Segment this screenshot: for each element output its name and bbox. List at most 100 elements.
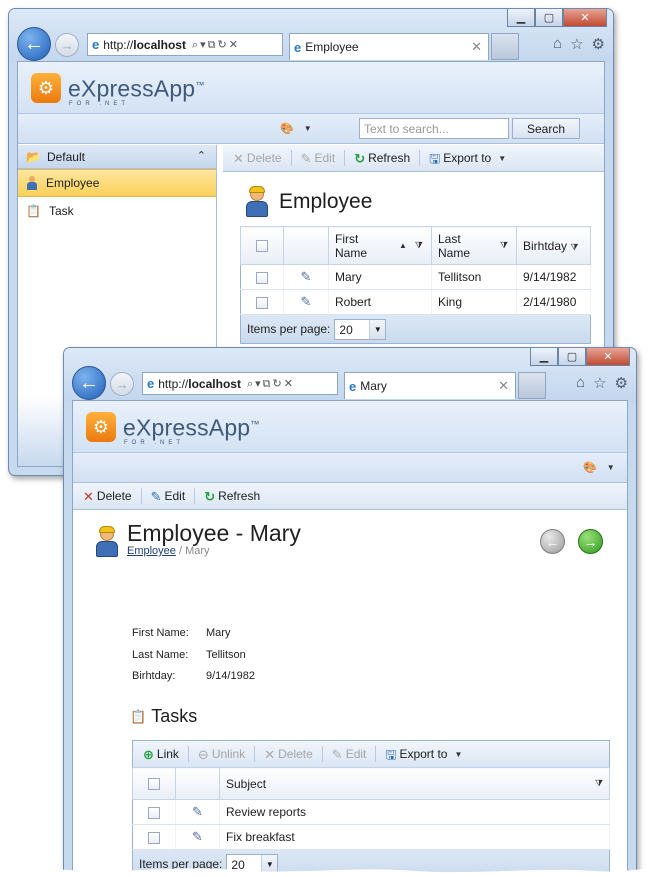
nav-item-task[interactable]: 📋 Task — [18, 197, 216, 225]
settings-gear-icon[interactable]: ⚙ — [592, 35, 605, 53]
browser-forward-button[interactable]: → — [110, 372, 134, 396]
row-checkbox[interactable] — [148, 831, 160, 844]
previous-record-button[interactable]: ← — [540, 529, 565, 554]
column-header-first-name[interactable]: First Name ▲ ⧩ — [328, 226, 432, 265]
unlink-button[interactable]: ⊖ Unlink — [195, 747, 248, 761]
row-edit-cell[interactable]: ✎ — [283, 264, 329, 290]
employee-grid: First Name ▲ ⧩ Last Name ⧩ Birhtday ⧩ ✎ … — [240, 226, 591, 344]
minimize-button[interactable]: ▁ — [530, 348, 558, 366]
table-row[interactable]: ✎ Mary Tellitson 9/14/1982 — [240, 264, 591, 290]
column-header-birthday[interactable]: Birhtday ⧩ — [516, 226, 591, 265]
chevron-down-icon: ▼ — [498, 153, 507, 163]
theme-toolbar: 🎨 ▼ — [73, 453, 627, 483]
row-checkbox[interactable] — [256, 271, 268, 284]
torn-page-edge — [55, 868, 650, 877]
favorites-star-icon[interactable]: ☆ — [570, 35, 583, 53]
export-icon: 🖫 — [429, 150, 441, 166]
new-tab-button[interactable] — [518, 372, 546, 399]
row-checkbox[interactable] — [148, 806, 160, 819]
toolbar-separator — [344, 150, 346, 166]
edit-button[interactable]: ✎ Edit — [298, 151, 339, 165]
browser-forward-button[interactable]: → — [55, 33, 79, 57]
row-checkbox[interactable] — [256, 296, 268, 309]
maximize-button[interactable]: ▢ — [558, 348, 586, 366]
select-all-checkbox-cell[interactable] — [240, 226, 284, 265]
toolbar-separator — [290, 150, 292, 166]
task-clipboard-icon: 📋 — [26, 204, 41, 218]
breadcrumb-link-employee[interactable]: Employee — [127, 545, 176, 557]
table-row[interactable]: ✎ Fix breakfast — [132, 824, 610, 850]
theme-chooser[interactable]: 🎨 ▼ — [583, 461, 615, 474]
close-window-button[interactable]: ✕ — [563, 9, 607, 27]
chevron-down-icon[interactable]: ▼ — [369, 319, 386, 339]
edit-pencil-icon[interactable]: ✎ — [192, 804, 203, 819]
select-all-checkbox[interactable] — [148, 778, 160, 791]
home-icon[interactable]: ⌂ — [576, 374, 585, 392]
tab-close-icon[interactable]: ✕ — [471, 39, 482, 55]
table-row[interactable]: ✎ Review reports — [132, 799, 610, 825]
edit-pencil-icon[interactable]: ✎ — [301, 294, 312, 309]
toolbar-separator — [194, 488, 196, 504]
field-label-first-name: First Name: — [132, 627, 189, 639]
nav-item-label: Employee — [46, 176, 100, 190]
row-edit-cell[interactable]: ✎ — [175, 799, 220, 825]
delete-button[interactable]: ✕ Delete — [230, 151, 285, 165]
browser-back-button[interactable]: ← — [72, 366, 106, 400]
maximize-button[interactable]: ▢ — [535, 9, 563, 27]
edit-pencil-icon[interactable]: ✎ — [192, 829, 203, 844]
close-window-button[interactable]: ✕ — [586, 348, 630, 366]
export-to-button[interactable]: 🖫 Export to ▼ — [382, 747, 465, 761]
cell-birthday: 9/14/1982 — [516, 264, 591, 290]
new-tab-button[interactable] — [491, 33, 519, 60]
address-bar[interactable]: e http://localhost ⌕▾⧉↻✕ — [142, 372, 338, 395]
filter-icon[interactable]: ⧩ — [415, 240, 423, 251]
page-size-select[interactable]: 20 ▼ — [334, 318, 387, 340]
home-icon[interactable]: ⌂ — [553, 35, 562, 53]
row-edit-cell[interactable]: ✎ — [175, 824, 220, 850]
edit-button[interactable]: ✎ Edit — [148, 489, 189, 503]
address-bar[interactable]: e http://localhost ⌕▾⧉↻✕ — [87, 33, 283, 56]
edit-pencil-icon[interactable]: ✎ — [301, 269, 312, 284]
delete-button[interactable]: ✕ Delete — [261, 747, 316, 761]
employee-icon — [243, 186, 271, 217]
search-button[interactable]: Search — [512, 118, 580, 139]
address-tools-icons[interactable]: ⌕▾⧉↻✕ — [192, 38, 240, 52]
link-button[interactable]: ⊕ Link — [140, 747, 182, 761]
browser-back-button[interactable]: ← — [17, 27, 51, 61]
minimize-button[interactable]: ▁ — [507, 9, 535, 27]
row-edit-cell[interactable]: ✎ — [283, 289, 329, 315]
select-all-checkbox-cell[interactable] — [132, 767, 176, 800]
address-tools-icons[interactable]: ⌕▾⧉↻✕ — [247, 377, 295, 391]
refresh-button[interactable]: ↻ Refresh — [351, 151, 413, 165]
delete-button[interactable]: ✕ Delete — [80, 489, 135, 503]
search-input[interactable]: Text to search... — [359, 118, 509, 139]
row-checkbox-cell[interactable] — [240, 289, 284, 315]
page-title: Employee - Mary — [127, 520, 301, 546]
column-header-subject[interactable]: Subject ⧩ — [219, 767, 610, 800]
filter-icon[interactable]: ⧩ — [500, 240, 508, 251]
export-to-button[interactable]: 🖫 Export to ▼ — [426, 151, 509, 165]
nav-item-employee[interactable]: Employee — [18, 169, 216, 197]
select-all-checkbox[interactable] — [256, 240, 268, 253]
tasks-action-bar: ⊕ Link ⊖ Unlink ✕ Delete ✎ Edit 🖫 Export to ▼ — [132, 740, 610, 767]
edit-button[interactable]: ✎ Edit — [329, 747, 370, 761]
grid-pager: Items per page: 20 ▼ — [240, 315, 591, 344]
column-header-last-name[interactable]: Last Name ⧩ — [431, 226, 517, 265]
refresh-button[interactable]: ↻ Refresh — [201, 489, 263, 503]
toolbar-separator — [321, 746, 323, 762]
settings-gear-icon[interactable]: ⚙ — [615, 374, 628, 392]
nav-group-label: Default — [46, 149, 85, 164]
table-row[interactable]: ✎ Robert King 2/14/1980 — [240, 289, 591, 315]
filter-icon[interactable]: ⧩ — [570, 242, 578, 252]
row-checkbox-cell[interactable] — [240, 264, 284, 290]
favorites-star-icon[interactable]: ☆ — [593, 374, 606, 392]
nav-group-default[interactable]: 📂 Default ⌃ — [18, 145, 216, 169]
row-checkbox-cell[interactable] — [132, 799, 176, 825]
tab-close-icon[interactable]: ✕ — [498, 378, 509, 394]
row-checkbox-cell[interactable] — [132, 824, 176, 850]
theme-chooser[interactable]: 🎨 ▼ — [280, 122, 312, 135]
tab-employee[interactable]: e Employee ✕ — [289, 33, 489, 60]
tab-mary[interactable]: e Mary ✕ — [344, 372, 516, 399]
next-record-button[interactable]: → — [578, 529, 603, 554]
filter-icon[interactable]: ⧩ — [595, 778, 603, 789]
